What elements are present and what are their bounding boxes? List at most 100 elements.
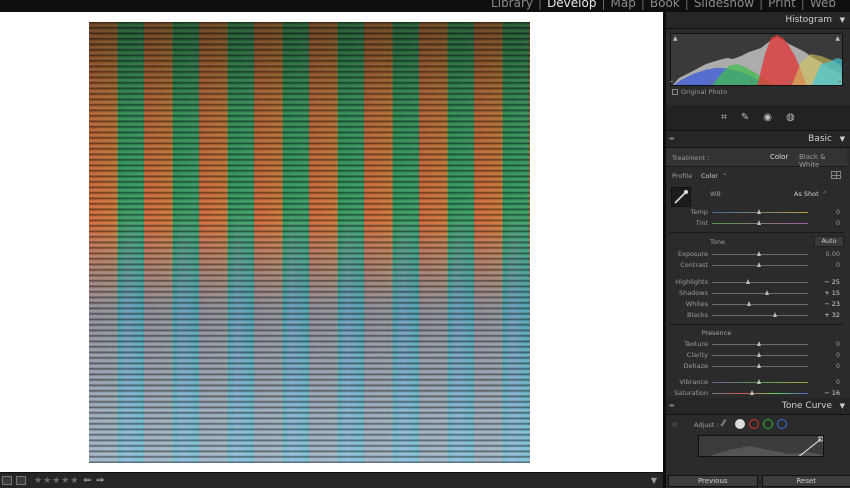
wb-dropdown-icon[interactable]: ⌃ [822,190,827,198]
slider-thumb[interactable] [750,390,754,395]
crop-icon[interactable]: ⌗ [721,112,727,123]
slider-thumb[interactable] [773,312,777,317]
collapse-triangle-icon[interactable]: ▼ [840,135,845,143]
toolbar-options-icon[interactable]: ▼ [651,476,657,485]
slider-value[interactable]: 0 [810,261,840,269]
slider-track[interactable] [712,341,808,346]
profile-dropdown-icon[interactable]: ⌃ [722,172,727,180]
slider-track[interactable] [712,290,808,295]
slider-value[interactable]: + 32 [810,311,840,319]
right-panel: Histogram ▼ ▲ ▲ Original Photo ⌗ ✎ ◉ ◍ ▬… [663,12,850,488]
curve-rgb-icon[interactable] [735,419,745,429]
module-web[interactable]: Web [810,0,836,10]
shadow-clipping-icon[interactable]: ▲ [673,35,678,42]
treatment-label: Treatment : [672,154,710,162]
point-curve-icon[interactable]: ⁄⁄ [722,419,725,429]
rating-stars-icon[interactable]: ★★★★★ [34,476,79,486]
auto-button[interactable]: Auto [814,236,844,247]
module-library[interactable]: Library [491,0,533,10]
slider-value[interactable]: 0 [810,340,840,348]
histogram-graph[interactable]: ▲ ▲ [670,33,843,86]
module-map[interactable]: Map [611,0,636,10]
slider-thumb[interactable] [757,251,761,256]
slider-thumb[interactable] [765,290,769,295]
slider-track[interactable] [712,363,808,368]
profile-browser-icon[interactable] [831,171,841,179]
wb-eyedropper[interactable] [671,187,691,207]
collapse-triangle-icon[interactable]: ▼ [840,16,845,24]
slider-thumb[interactable] [757,379,761,384]
previous-button[interactable]: Previous [668,475,758,487]
slider-track[interactable] [712,301,808,306]
histogram-chart [671,34,842,85]
bottom-toolbar: ★★★★★ ⇐ ⇒ ▼ [0,472,663,488]
slider-thumb[interactable] [757,262,761,267]
collapse-triangle-icon[interactable]: ▼ [840,402,845,410]
highlight-clipping-icon[interactable]: ▲ [835,35,840,42]
module-print[interactable]: Print [768,0,796,10]
histogram-panel: ▲ ▲ Original Photo [666,29,850,105]
mask-icon[interactable]: ◍ [786,112,795,123]
module-separator: | [684,0,689,10]
basic-panel: Treatment : Color Black & White Profile … [666,148,850,398]
slider-value[interactable]: 0 [810,219,840,227]
slider-thumb[interactable] [757,209,761,214]
before-after-icon[interactable] [16,476,26,485]
slider-track[interactable] [712,220,808,225]
red-eye-icon[interactable]: ◉ [763,112,772,123]
view-mode-icon[interactable] [2,476,12,485]
slider-thumb[interactable] [757,352,761,357]
tone-curve-header[interactable]: ▬ Tone Curve ▼ [666,398,850,415]
basic-header[interactable]: ▬ Basic ▼ [666,131,850,148]
image-canvas[interactable] [0,12,663,472]
target-adjust-icon[interactable]: ◎ [672,421,677,428]
arrow-right-icon[interactable]: ⇒ [96,475,104,486]
slider-thumb[interactable] [746,279,750,284]
panel-marker-icon: ▬ [669,135,675,142]
slider-track[interactable] [712,312,808,317]
slider-value[interactable]: 0 [810,208,840,216]
slider-thumb[interactable] [747,301,751,306]
slider-thumb[interactable] [757,341,761,346]
module-develop[interactable]: Develop [547,0,596,10]
curve-blue-icon[interactable] [777,419,787,429]
reset-button[interactable]: Reset [761,475,850,487]
module-book[interactable]: Book [650,0,680,10]
module-separator: | [538,0,543,10]
slider-value[interactable]: − 25 [810,278,840,286]
curve-green-icon[interactable] [763,419,773,429]
module-slideshow[interactable]: Slideshow [694,0,754,10]
wb-label: WB [710,190,721,198]
histogram-title: Histogram [785,15,832,25]
slider-track[interactable] [712,379,808,384]
slider-track[interactable] [712,262,808,267]
slider-track[interactable] [712,390,808,395]
slider-track[interactable] [712,251,808,256]
wb-select[interactable]: As Shot [794,190,819,198]
curve-red-icon[interactable] [749,419,759,429]
slider-value[interactable]: − 23 [810,300,840,308]
arrow-left-icon[interactable]: ⇐ [83,475,91,486]
slider-track[interactable] [712,209,808,214]
slider-value[interactable]: + 15 [810,289,840,297]
slider-track[interactable] [712,352,808,357]
original-photo-checkbox[interactable] [672,89,678,95]
slider-track[interactable] [712,279,808,284]
slider-thumb[interactable] [757,363,761,368]
heal-icon[interactable]: ✎ [741,112,749,123]
tone-curve-graph[interactable] [698,435,824,457]
histogram-header[interactable]: Histogram ▼ [666,12,850,29]
slider-thumb[interactable] [757,220,761,225]
original-photo-toggle[interactable]: Original Photo [672,88,727,96]
treatment-color-option[interactable]: Color [770,153,788,161]
slider-value[interactable]: 0.00 [810,250,840,258]
slider-label: Shadows [678,289,708,297]
profile-select[interactable]: Color [701,172,718,180]
slider-value[interactable]: 0 [810,362,840,370]
profile-label: Profile [672,172,693,180]
slider-value[interactable]: 0 [810,351,840,359]
slider-value[interactable]: − 16 [810,389,840,397]
photo-preview[interactable] [89,22,530,463]
slider-value[interactable]: 0 [810,378,840,386]
slider-label: Contrast [680,261,708,269]
